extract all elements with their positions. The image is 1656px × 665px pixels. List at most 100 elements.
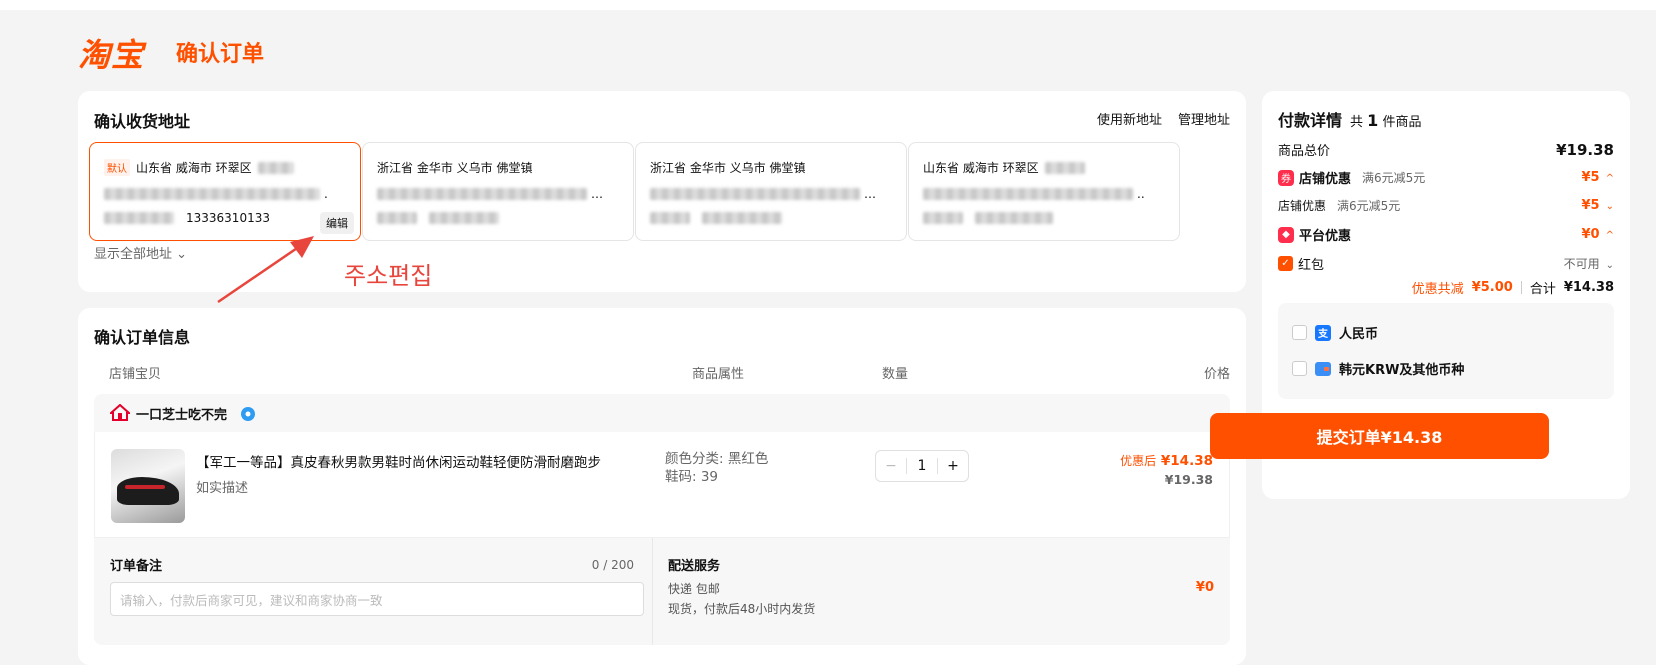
shipping-price: ¥0 (1195, 580, 1214, 595)
store-discount-value: ¥5 (1581, 170, 1600, 185)
default-badge: 默认 (104, 159, 130, 176)
original-price: ¥19.38 (1164, 472, 1213, 487)
address-card-2[interactable]: 浙江省 金华市 义乌市 佛堂镇 … (362, 142, 634, 241)
wangwang-chat-icon[interactable] (239, 404, 257, 422)
payment-title: 付款详情 (1278, 111, 1343, 130)
order-note-title: 订单备注 (110, 559, 163, 574)
currency-krw-option[interactable]: 韩元KRW及其他币种 (1292, 359, 1464, 378)
product-title[interactable]: 【军工一等品】真皮春秋男款男鞋时尚休闲运动鞋轻便防滑耐磨跑步 (196, 451, 601, 471)
order-section-title: 确认订单信息 (94, 328, 191, 347)
store-discount-sub-rule: 满6元减5元 (1337, 199, 1401, 213)
redacted-name (923, 212, 963, 224)
product-row: 【军工一等品】真皮春秋男款男鞋时尚休闲运动鞋轻便防滑耐磨跑步 如实描述 颜色分类… (94, 432, 1230, 538)
column-header-price: 价格 (1203, 367, 1230, 382)
platform-discount-row[interactable]: ◆ 平台优惠 ¥0 ^ (1278, 225, 1614, 244)
saved-value: ¥5.00 (1471, 280, 1513, 295)
chevron-up-icon[interactable]: ^ (1606, 230, 1614, 241)
annotation-text: 주소편집 (344, 262, 433, 290)
redacted-district (257, 161, 294, 174)
attr-size: 鞋码: 39 (665, 469, 719, 485)
increase-button[interactable]: + (937, 458, 968, 474)
address-card-1[interactable]: 默认 山东省 威海市 环翠区 . 13336310133 编辑 (89, 142, 361, 241)
redacted-street (923, 188, 1133, 200)
address-phone: 13336310133 (186, 211, 270, 225)
store-discount-rule: 满6元减5元 (1362, 171, 1426, 185)
redacted-phone (702, 212, 782, 224)
decrease-button[interactable]: − (876, 458, 907, 474)
platform-discount-label: 平台优惠 (1299, 229, 1352, 244)
redpacket-label: 红包 (1298, 258, 1325, 273)
column-header-quantity: 数量 (882, 367, 909, 382)
order-section: 确认订单信息 店铺宝贝 商品属性 数量 价格 一口芝士吃不完 【军工一等品】真皮… (78, 308, 1246, 665)
column-header-items: 店铺宝贝 (109, 367, 162, 382)
shop-bar: 一口芝士吃不完 (94, 394, 1230, 432)
redacted-name (377, 212, 417, 224)
new-address-link[interactable]: 使用新地址 (1097, 109, 1162, 128)
address-region: 浙江省 金华市 义乌市 佛堂镇 (377, 161, 533, 175)
redpacket-row[interactable]: ✓ 红包 不可用 ⌄ (1278, 254, 1614, 273)
quantity-stepper: − 1 + (875, 450, 969, 482)
item-count: 共 1 件商品 (1350, 111, 1422, 130)
show-all-addresses-link[interactable]: 显示全部地址 ⌄ (94, 243, 187, 262)
enterprise-shop-icon (110, 404, 130, 421)
platform-coupon-icon: ◆ (1278, 226, 1294, 243)
annotation-arrow-icon (217, 236, 314, 304)
top-strip (0, 0, 1656, 10)
quantity-value[interactable]: 1 (907, 458, 937, 474)
total-value: ¥19.38 (1556, 140, 1614, 159)
submit-order-button[interactable]: 提交订单¥14.38 (1210, 413, 1549, 459)
payment-header: 付款详情 共 1 件商品 (1278, 107, 1421, 131)
address-actions: 使用新地址 管理地址 (1097, 109, 1230, 128)
chevron-down-icon[interactable]: ⌄ (1606, 201, 1614, 212)
address-region: 山东省 威海市 环翠区 (136, 161, 252, 175)
product-image[interactable] (111, 449, 185, 523)
attr-color: 颜色分类: 黑红色 (665, 451, 769, 467)
page-title: 确认订单 (176, 42, 265, 67)
address-card-4[interactable]: 山东省 威海市 环翠区 .. (908, 142, 1180, 241)
currency-rmb-option[interactable]: 支 人民币 (1292, 323, 1378, 342)
address-section-title: 确认收货地址 (94, 112, 191, 131)
checkbox-empty-icon[interactable] (1292, 361, 1307, 376)
chevron-up-icon[interactable]: ^ (1606, 173, 1614, 184)
store-coupon-icon: 券 (1278, 169, 1294, 186)
product-attributes: 颜色分类: 黑红色 鞋码: 39 (665, 450, 768, 486)
taobao-logo[interactable]: 淘宝 (78, 30, 144, 76)
redacted-district (1044, 161, 1085, 174)
total-label: 商品总价 (1278, 144, 1331, 159)
address-region: 山东省 威海市 环翠区 (923, 161, 1039, 175)
price-box: 优惠后 ¥14.38 ¥19.38 (1120, 452, 1213, 487)
address-card-3[interactable]: 浙江省 金华市 义乌市 佛堂镇 … (635, 142, 907, 241)
order-note-count: 0 / 200 (591, 558, 634, 572)
shipping-desc: 现货，付款后48小时内发货 (668, 602, 816, 616)
total-row: 商品总价 ¥19.38 (1278, 140, 1614, 160)
column-header-attributes: 商品属性 (692, 367, 745, 382)
shop-name[interactable]: 一口芝士吃不完 (136, 404, 227, 423)
redacted-name (650, 212, 690, 224)
chevron-down-icon[interactable]: ⌄ (1606, 260, 1614, 271)
address-region: 浙江省 金华市 义乌市 佛堂镇 (650, 161, 806, 175)
redpacket-status: 不可用 (1563, 257, 1600, 271)
divider (652, 538, 653, 645)
store-discount-sub-row[interactable]: 店铺优惠 满6元减5元 ¥5 ⌄ (1278, 197, 1614, 214)
store-discount-row[interactable]: 券 店铺优惠 满6元减5元 ¥5 ^ (1278, 168, 1614, 187)
order-note: 订单备注 0 / 200 请输入，付款后商家可见，建议和商家协商一致 (94, 538, 652, 645)
redacted-street (104, 188, 320, 200)
edit-address-button[interactable]: 编辑 (320, 212, 354, 234)
store-discount-label: 店铺优惠 (1299, 172, 1352, 187)
sum-label: 合计 (1529, 282, 1556, 297)
checkbox-checked-icon[interactable]: ✓ (1278, 256, 1293, 271)
order-note-input[interactable]: 请输入，付款后商家可见，建议和商家协商一致 (110, 582, 644, 616)
sum-value: ¥14.38 (1563, 280, 1614, 295)
checkbox-empty-icon[interactable] (1292, 325, 1307, 340)
alipay-icon: 支 (1315, 324, 1331, 341)
payment-summary: 优惠共减 ¥5.00 合计 ¥14.38 (1412, 278, 1614, 297)
redacted-street (650, 188, 860, 200)
store-discount-sub-label: 店铺优惠 (1278, 199, 1327, 213)
redacted-phone (429, 212, 499, 224)
discounted-price: 优惠后 ¥14.38 (1120, 453, 1213, 469)
manage-address-link[interactable]: 管理地址 (1178, 109, 1230, 128)
shipping-method: 快递 包邮 (668, 582, 720, 596)
saved-label: 优惠共减 (1411, 282, 1464, 297)
currency-options: 支 人民币 韩元KRW及其他币种 (1278, 303, 1614, 399)
redacted-phone (975, 212, 1053, 224)
